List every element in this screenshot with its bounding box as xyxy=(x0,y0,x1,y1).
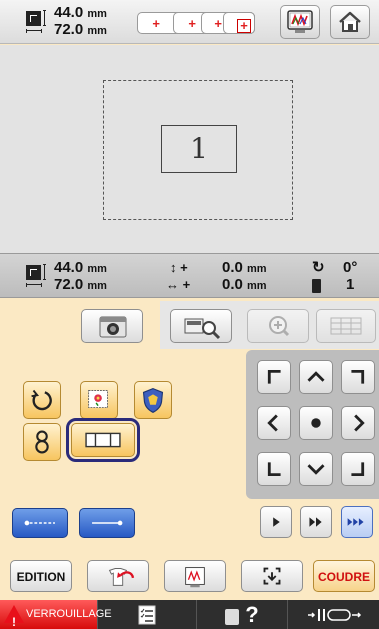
shield-crest-icon xyxy=(142,388,164,413)
undo-button[interactable] xyxy=(87,560,149,592)
corner-up-left-icon xyxy=(267,369,281,384)
design-preview[interactable]: 1 xyxy=(0,45,379,253)
size-icon xyxy=(26,264,46,288)
hoop-size-indicator[interactable]: + + + + xyxy=(137,8,265,36)
move-down-right-button[interactable] xyxy=(341,452,375,486)
rotate-icon xyxy=(31,389,52,411)
rotation-icon: ↻ xyxy=(312,259,325,276)
figure-eight-icon xyxy=(35,430,49,454)
applique-button[interactable] xyxy=(134,381,172,419)
move-left-button[interactable] xyxy=(257,406,291,440)
move-down-left-button[interactable] xyxy=(257,452,291,486)
lock-button[interactable]: VERROUILLAGE xyxy=(0,600,112,629)
chevron-up-icon xyxy=(307,371,325,382)
horizontal-move-icon: ↔ + xyxy=(166,277,191,292)
rotate-button[interactable] xyxy=(23,381,61,419)
move-right-button[interactable] xyxy=(341,406,375,440)
grid-button[interactable] xyxy=(316,309,376,343)
zoom-button[interactable] xyxy=(247,309,309,343)
zoom-in-icon xyxy=(269,316,290,337)
thread-line-icon xyxy=(24,520,55,526)
top-bar: 44.0 mm 72.0 mm + + + + xyxy=(0,0,379,44)
frame-sample-icon xyxy=(185,567,205,588)
array-button[interactable] xyxy=(66,418,140,462)
center-button[interactable] xyxy=(299,406,333,440)
color-count: 1 xyxy=(346,276,355,293)
presser-foot-button[interactable] xyxy=(288,600,379,629)
help-label: ? xyxy=(245,602,259,627)
top-width: 72.0 mm xyxy=(54,21,107,38)
move-down-button[interactable] xyxy=(299,452,333,486)
edition-label: EDITION xyxy=(16,570,66,584)
corner-down-right-icon xyxy=(351,462,365,477)
center-dot-icon xyxy=(311,418,321,428)
speed-medium-button[interactable] xyxy=(300,506,332,538)
chevron-left-icon xyxy=(267,414,278,432)
border-edit-button[interactable] xyxy=(80,381,118,419)
chevron-down-icon xyxy=(307,464,325,475)
grid-icon xyxy=(330,317,362,335)
home-button[interactable] xyxy=(330,5,370,39)
horizontal-offset: 0.0 mm xyxy=(222,276,267,293)
move-up-right-button[interactable] xyxy=(341,360,375,394)
camera-view-button[interactable] xyxy=(81,309,143,343)
chevron-right-icon xyxy=(354,414,365,432)
scan-search-button[interactable] xyxy=(170,309,232,343)
coudre-label: COUDRE xyxy=(317,570,370,584)
corner-up-right-icon xyxy=(351,369,365,384)
play-icon xyxy=(273,517,280,527)
fast-forward-icon xyxy=(309,517,322,527)
hoop-xsmall: + xyxy=(223,12,255,34)
move-up-button[interactable] xyxy=(299,360,333,394)
sewing-machine-icon xyxy=(225,609,240,625)
stitch-density-down-button[interactable] xyxy=(12,508,68,538)
checklist-icon xyxy=(138,605,156,625)
warning-icon xyxy=(4,605,24,629)
move-up-left-button[interactable] xyxy=(257,360,291,394)
triple-forward-icon xyxy=(347,518,364,526)
array-layout-icon xyxy=(85,432,121,448)
info-width: 72.0 mm xyxy=(54,276,107,293)
undo-shirt-icon xyxy=(108,568,135,586)
trial-frame-icon xyxy=(263,567,281,585)
edition-button[interactable]: EDITION xyxy=(10,560,72,592)
stitch-density-up-button[interactable] xyxy=(79,508,135,538)
frame-check-button[interactable] xyxy=(164,560,226,592)
status-bar: VERROUILLAGE ? xyxy=(0,600,379,629)
flower-frame-icon xyxy=(88,390,108,409)
vertical-offset: 0.0 mm xyxy=(222,259,267,276)
home-icon xyxy=(339,11,361,32)
design-pattern[interactable]: 1 xyxy=(161,125,237,173)
speed-slow-button[interactable] xyxy=(260,506,292,538)
coudre-button[interactable]: COUDRE xyxy=(313,560,375,592)
settings-list-button[interactable] xyxy=(98,600,197,629)
rotation-value: 0° xyxy=(343,259,358,276)
multi-color-button[interactable] xyxy=(23,423,61,461)
embroidery-frame-icon xyxy=(287,10,313,33)
thread-spool-icon xyxy=(312,279,321,293)
presser-foot-icon xyxy=(307,609,361,621)
top-height: 44.0 mm xyxy=(54,4,107,21)
scan-search-icon xyxy=(184,318,221,340)
help-button[interactable]: ? xyxy=(197,600,288,629)
camera-icon xyxy=(99,316,127,338)
corner-down-left-icon xyxy=(267,462,281,477)
vertical-move-icon: ↕ + xyxy=(170,260,188,275)
embroidery-frame-button[interactable] xyxy=(280,5,320,39)
trial-button[interactable] xyxy=(241,560,303,592)
info-bar: 44.0 mm 72.0 mm ↕ + ↔ + 0.0 mm 0.0 mm ↻ … xyxy=(0,253,379,298)
size-icon xyxy=(26,10,46,34)
info-height: 44.0 mm xyxy=(54,259,107,276)
speed-fast-button[interactable] xyxy=(341,506,373,538)
thread-line-end-icon xyxy=(92,520,123,526)
